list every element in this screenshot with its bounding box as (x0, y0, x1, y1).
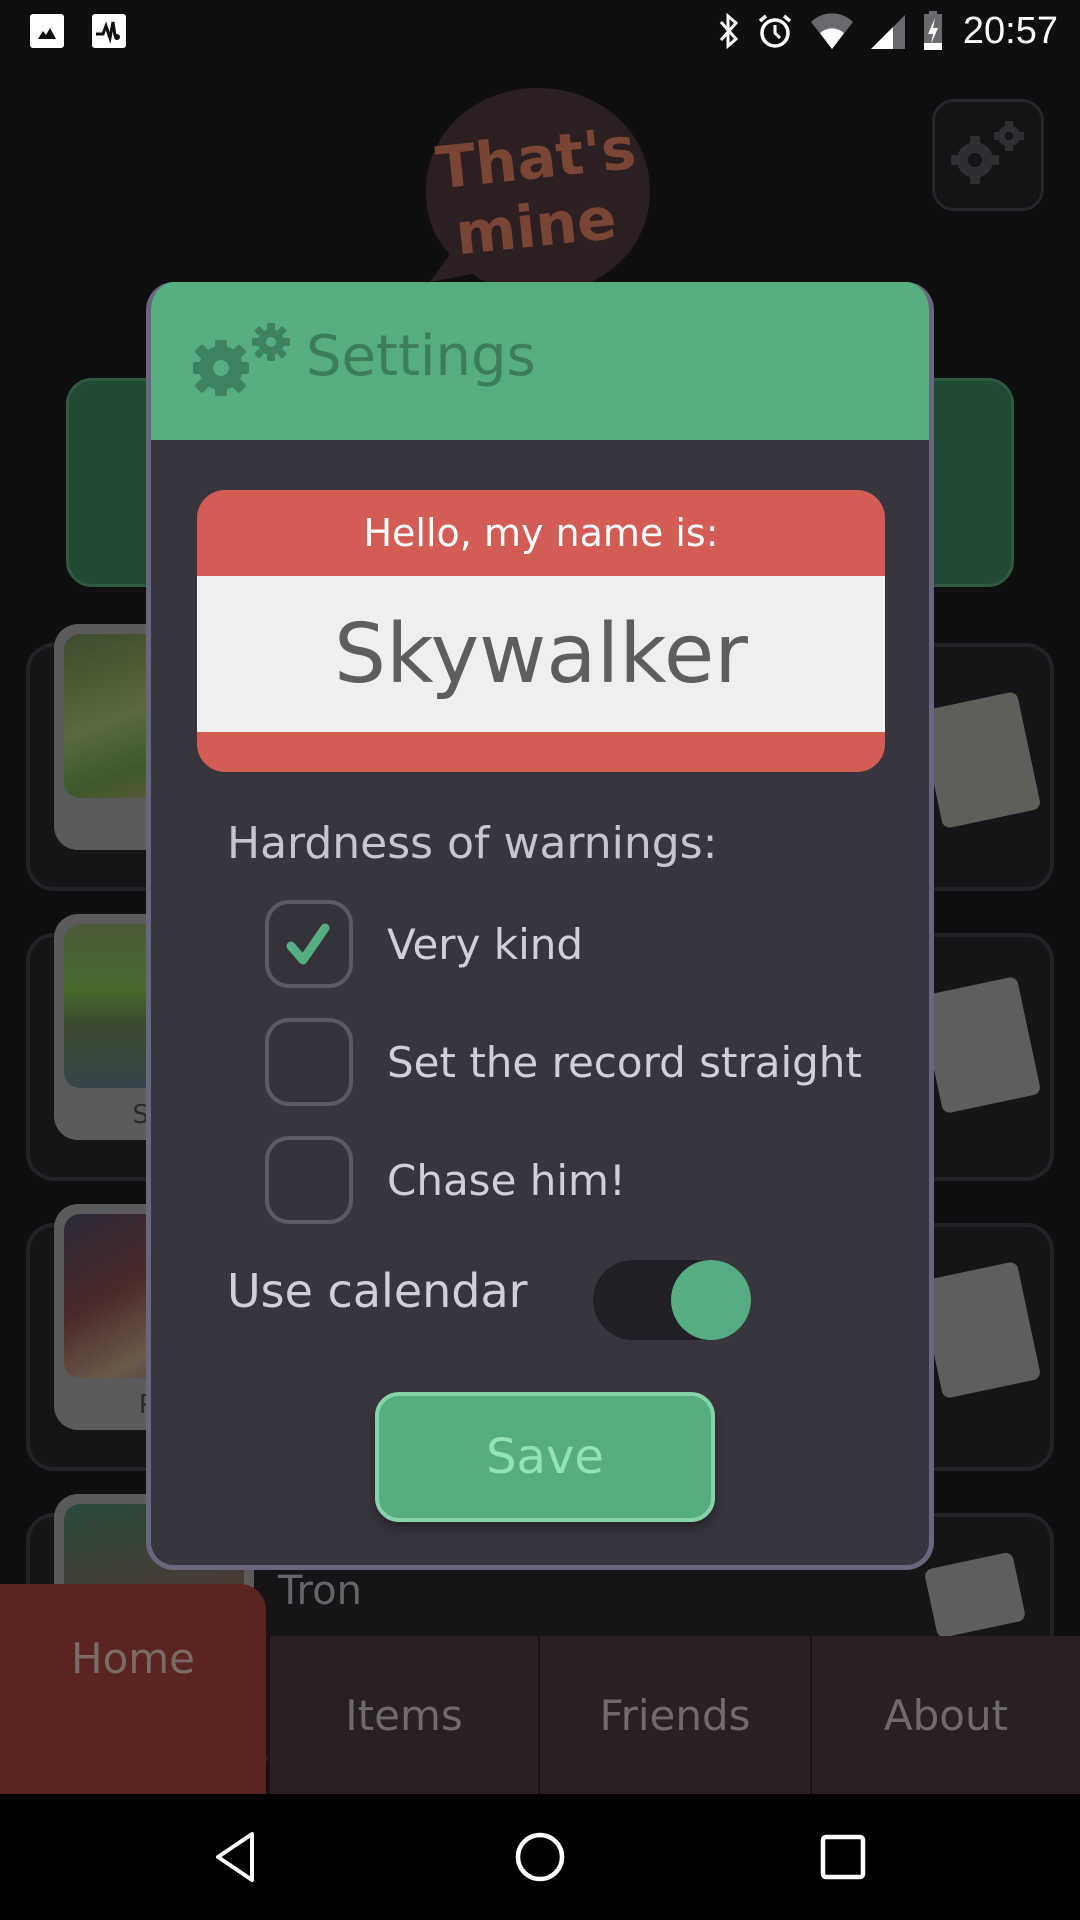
calendar-toggle[interactable] (593, 1260, 751, 1340)
home-icon (515, 1832, 565, 1882)
option-chase-him[interactable]: Chase him! (265, 1135, 626, 1225)
option-set-record-straight[interactable]: Set the record straight (265, 1017, 862, 1107)
option-label: Very kind (387, 919, 584, 969)
app-logo: That's mine (420, 86, 658, 296)
option-label: Chase him! (387, 1155, 626, 1205)
back-button[interactable] (200, 1824, 270, 1890)
toggle-knob (671, 1260, 751, 1340)
status-bar: 20:57 (0, 0, 1080, 63)
activity-notification-icon (92, 14, 126, 48)
home-button[interactable] (505, 1824, 575, 1890)
warnings-label: Hardness of warnings: (227, 818, 718, 869)
option-very-kind[interactable]: Very kind (265, 899, 583, 989)
recents-button[interactable] (808, 1824, 878, 1890)
gears-icon (193, 323, 290, 396)
bluetooth-icon (719, 12, 739, 50)
cell-signal-icon (870, 15, 905, 49)
gears-icon (951, 121, 1024, 184)
tab-friends[interactable]: Friends (538, 1636, 810, 1794)
navigation-bar (0, 1794, 1080, 1920)
option-label: Set the record straight (387, 1037, 862, 1087)
clock: 20:57 (962, 9, 1058, 52)
tab-about[interactable]: About (810, 1636, 1080, 1794)
wifi-icon (810, 13, 853, 49)
dialog-header: Settings (151, 282, 929, 440)
checkbox-very-kind[interactable] (265, 900, 353, 988)
tab-home[interactable]: Home (0, 1584, 266, 1794)
alarm-icon (758, 14, 792, 48)
battery-charging-icon (923, 11, 942, 50)
recents-icon (820, 1834, 866, 1880)
screen: 20:57 That's mine E (0, 0, 1080, 1920)
name-tag: Hello, my name is: (197, 490, 885, 772)
settings-button[interactable] (932, 99, 1044, 211)
image-notification-icon (30, 14, 64, 48)
settings-dialog: Settings Hello, my name is: Hardness of … (146, 282, 934, 1570)
bottom-tab-bar: Items Friends About Home (0, 1584, 1080, 1794)
checkbox-chase-him[interactable] (265, 1136, 353, 1224)
tab-items[interactable]: Items (268, 1636, 538, 1794)
save-button[interactable]: Save (375, 1392, 715, 1522)
name-tag-header: Hello, my name is: (363, 511, 719, 555)
checkmark-icon (286, 923, 330, 965)
calendar-label: Use calendar (227, 1264, 528, 1318)
name-input[interactable] (197, 576, 885, 732)
checkbox-set-record-straight[interactable] (265, 1018, 353, 1106)
dialog-title: Settings (306, 324, 536, 389)
back-icon (216, 1832, 254, 1882)
